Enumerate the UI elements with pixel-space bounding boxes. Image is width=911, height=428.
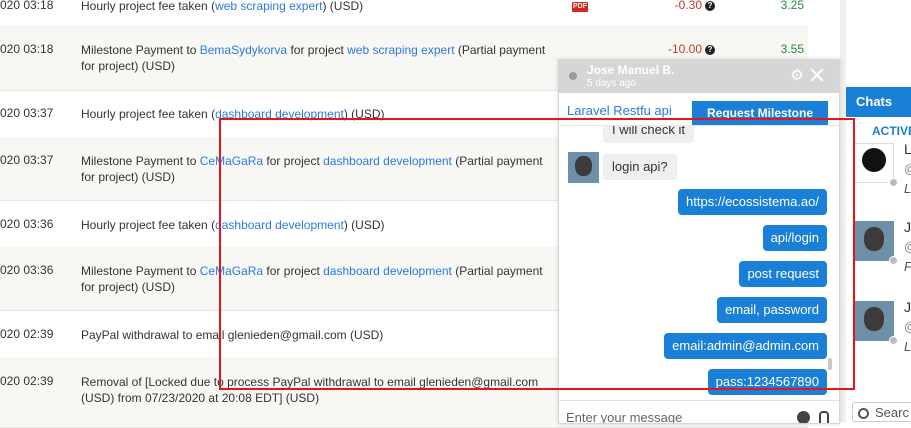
message-bubble: api/login	[762, 225, 827, 251]
contact-username: @	[904, 319, 911, 334]
user-link[interactable]: BemaSydykorva	[200, 43, 287, 57]
txn-description: PayPal withdrawal to email glenieden@gma…	[81, 328, 384, 342]
project-link[interactable]: web scraping expert	[347, 43, 454, 57]
message-bubble: pass:1234567890	[707, 369, 827, 395]
emoji-icon[interactable]	[797, 411, 810, 423]
txn-date: 020 03:37	[0, 153, 54, 167]
contact-username: @	[904, 161, 911, 176]
avatar	[854, 301, 894, 341]
txn-balance: 3.25	[780, 0, 804, 12]
chat-scrollbar[interactable]	[828, 358, 832, 370]
chat-window: Jose Manuel B. 5 days ago ⚙ Laravel Rest…	[558, 59, 840, 424]
contacts-search-input[interactable]: Searc	[852, 402, 911, 422]
pdf-icon[interactable]: PDF	[572, 2, 588, 12]
txn-description: Hourly project fee taken (dashboard deve…	[81, 218, 385, 232]
txn-balance: 3.55	[780, 42, 804, 56]
txn-amount: -0.30?	[630, 0, 715, 12]
txn-description: Milestone Payment to CeMaGaRa for projec…	[81, 264, 543, 294]
chat-project-bar: Laravel Restfu api Request Milestone	[559, 93, 839, 126]
message-bubble: login api?	[603, 154, 677, 180]
avatar	[854, 221, 894, 261]
chat-input-area	[559, 400, 839, 423]
contact-item[interactable]: J @ L	[854, 299, 911, 361]
user-link[interactable]: CeMaGaRa	[200, 154, 263, 168]
search-icon	[858, 408, 869, 419]
txn-date: 020 03:36	[0, 217, 54, 231]
contact-item[interactable]: J @ F	[854, 219, 911, 281]
help-icon[interactable]: ?	[705, 44, 715, 55]
search-placeholder: Searc	[875, 405, 909, 420]
contact-last-message: L	[904, 339, 911, 354]
settings-icon[interactable]: ⚙	[789, 68, 805, 84]
request-milestone-button[interactable]: Request Milestone	[692, 101, 828, 125]
avatar	[568, 152, 599, 183]
user-link[interactable]: CeMaGaRa	[200, 264, 263, 278]
chat-messages[interactable]: I will check it login api? https://ecoss…	[559, 126, 839, 398]
txn-description: Hourly project fee taken (web scraping e…	[81, 0, 364, 13]
project-link[interactable]: dashboard development	[215, 107, 344, 121]
contact-name: L	[904, 141, 911, 157]
chats-tab[interactable]: Chats	[846, 87, 911, 117]
project-link[interactable]: dashboard development	[323, 264, 452, 278]
contact-name: J	[904, 219, 911, 235]
status-icon	[889, 178, 898, 187]
chat-header[interactable]: Jose Manuel B. 5 days ago ⚙	[559, 60, 839, 93]
avatar	[854, 143, 894, 183]
project-link[interactable]: web scraping expert	[215, 0, 322, 13]
status-icon	[889, 336, 898, 345]
close-icon[interactable]	[809, 67, 825, 83]
chat-contact-name: Jose Manuel B.	[587, 63, 675, 77]
txn-description: Milestone Payment to CeMaGaRa for projec…	[81, 154, 543, 184]
table-row: 020 03:18 Hourly project fee taken (web …	[0, 0, 808, 26]
message-bubble: email:admin@admin.com	[664, 333, 827, 359]
active-tab[interactable]: ACTIVE	[872, 124, 911, 138]
status-icon	[889, 256, 898, 265]
txn-date: 020 03:18	[0, 0, 54, 12]
txn-description: Removal of [Locked due to process PayPal…	[81, 375, 539, 405]
contact-name: J	[904, 299, 911, 315]
txn-description: Milestone Payment to BemaSydykorva for p…	[81, 43, 546, 73]
online-status-icon	[569, 72, 577, 80]
contact-item[interactable]: L @ L	[854, 141, 911, 203]
contact-last-message: F	[904, 259, 911, 274]
project-link[interactable]: Laravel Restfu api	[567, 103, 672, 118]
txn-date: 020 03:36	[0, 263, 54, 277]
message-bubble: email, password	[717, 297, 827, 323]
chats-panel: Chats ACTIVE L @ L J @ F J @ L Searc	[846, 0, 911, 422]
contact-username: @	[904, 239, 911, 254]
attach-icon[interactable]	[819, 411, 829, 423]
message-bubble: https://ecossistema.ao/	[678, 189, 827, 215]
txn-date: 020 03:37	[0, 106, 54, 120]
txn-amount: -10.00?	[630, 42, 715, 56]
project-link[interactable]: dashboard development	[323, 154, 452, 168]
txn-description: Hourly project fee taken (dashboard deve…	[81, 107, 385, 121]
chat-last-seen: 5 days ago	[587, 78, 636, 89]
help-icon[interactable]: ?	[705, 0, 715, 11]
project-link[interactable]: dashboard development	[215, 218, 344, 232]
message-bubble: post request	[739, 261, 827, 287]
txn-date: 020 02:39	[0, 374, 54, 388]
contact-last-message: L	[904, 181, 911, 196]
txn-date: 020 02:39	[0, 327, 54, 341]
message-bubble: I will check it	[603, 126, 694, 143]
txn-date: 020 03:18	[0, 42, 54, 56]
